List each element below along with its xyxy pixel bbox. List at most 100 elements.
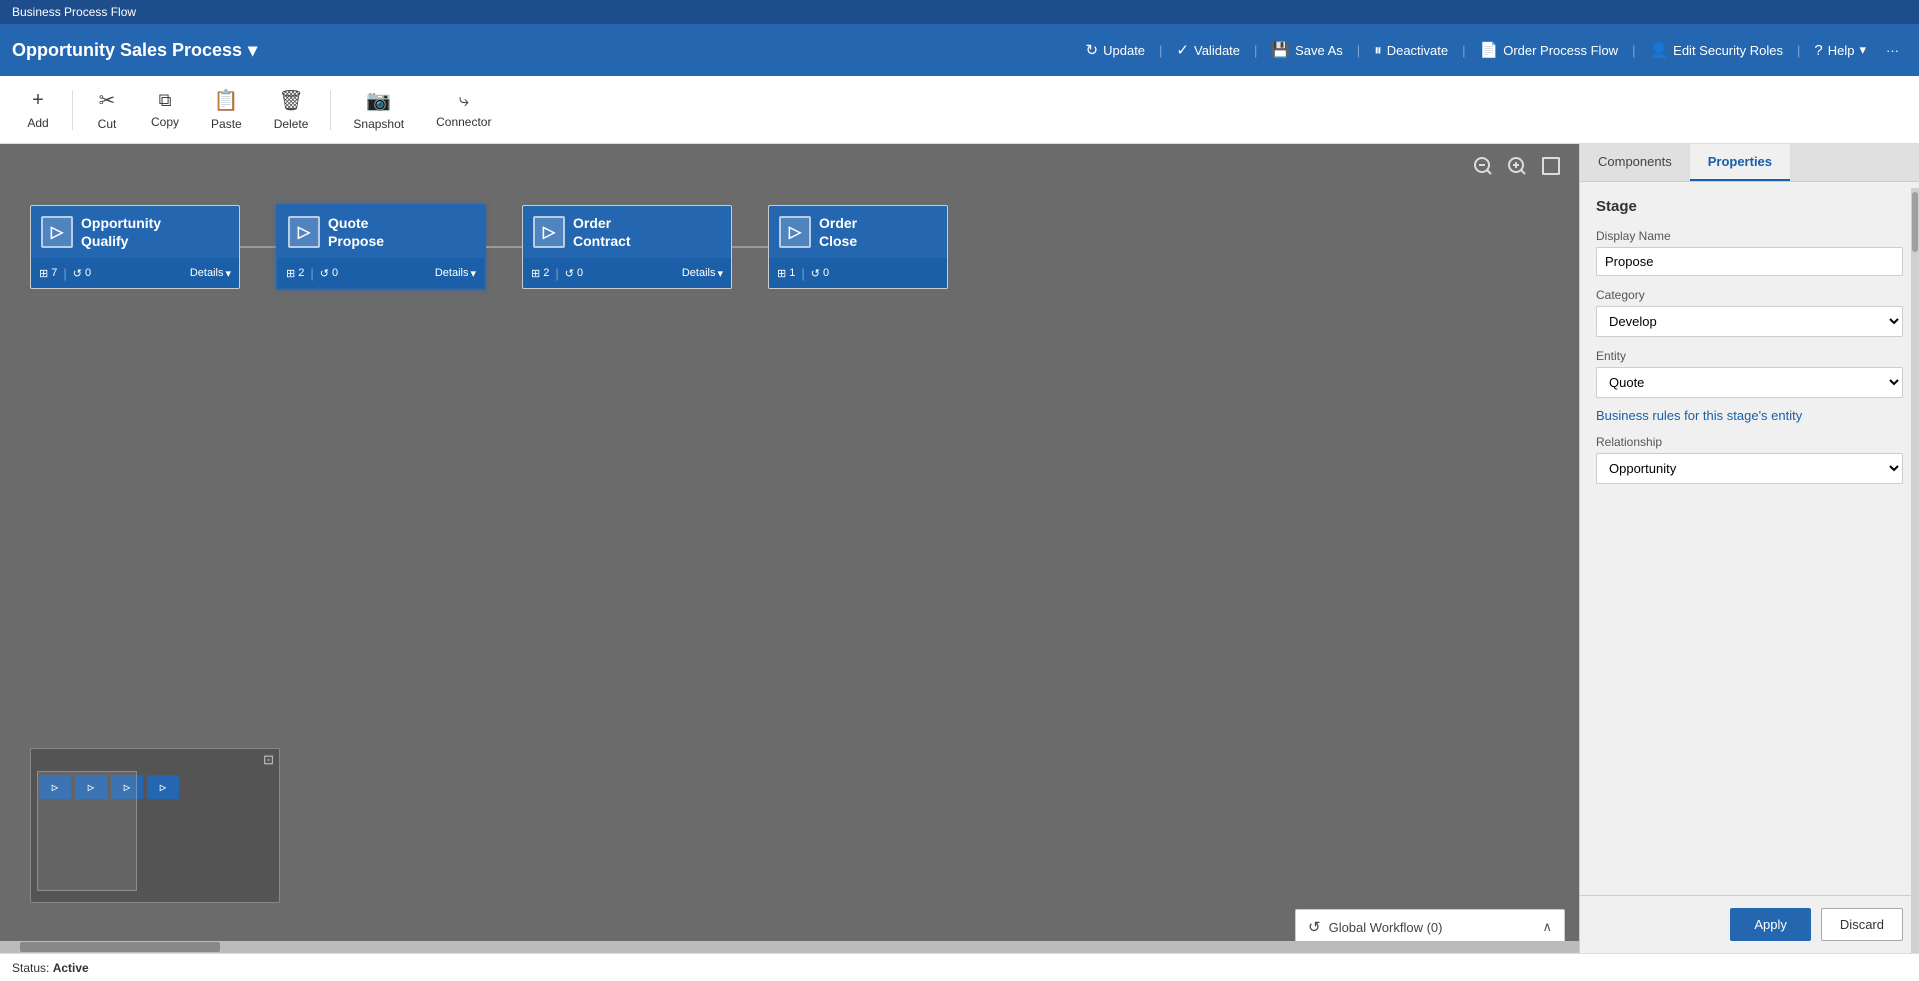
stage-icon-qp: ▷	[288, 216, 320, 248]
stage-header-oq: ▷ OpportunityQualify	[31, 206, 239, 258]
gw-icon: ↺	[1308, 918, 1321, 936]
zoom-in-button[interactable]	[1503, 154, 1531, 183]
details-btn-oc[interactable]: Details ▾	[682, 267, 723, 280]
footer-sep-qp: |	[310, 266, 313, 281]
business-rules-link[interactable]: Business rules for this stage's entity	[1596, 408, 1903, 423]
sep6: |	[1795, 43, 1802, 58]
fields-count-oq: 7	[51, 267, 57, 279]
gw-label: Global Workflow (0)	[1329, 920, 1443, 935]
relationship-select[interactable]: Opportunity Quote Order	[1596, 453, 1903, 484]
display-name-input[interactable]	[1596, 247, 1903, 276]
stage-header-ocl: ▷ OrderClose	[769, 206, 947, 258]
add-label: Add	[27, 116, 48, 130]
stage-icon-oq: ▷	[41, 216, 73, 248]
stage-quote-propose[interactable]: ▷ QuotePropose ⊞ 2 | ↺ 0 Details ▾	[276, 204, 486, 290]
right-panel-wrapper: Components Properties Stage Display Name…	[1579, 144, 1919, 953]
apply-label: Apply	[1754, 917, 1787, 932]
canvas-toolbar	[1469, 154, 1565, 183]
copy-button[interactable]: ⧉ Copy	[137, 81, 193, 139]
fullscreen-button[interactable]	[1537, 154, 1565, 183]
stage-header-oc: ▷ OrderContract	[523, 206, 731, 258]
stage-footer-ocl: ⊞ 1 | ↺ 0	[769, 258, 947, 288]
workflow-icon-oc: ↺	[565, 267, 574, 280]
fields-icon-ocl: ⊞	[777, 267, 786, 280]
connector-1	[240, 246, 276, 248]
stage-footer-qp: ⊞ 2 | ↺ 0 Details ▾	[278, 258, 484, 288]
details-label-qp: Details	[435, 267, 469, 279]
details-chevron-qp: ▾	[470, 267, 476, 280]
minimap-expand-button[interactable]: ⊡	[263, 752, 274, 768]
more-icon: ···	[1886, 43, 1899, 58]
global-workflow-bar[interactable]: ↺ Global Workflow (0) ∧	[1295, 909, 1565, 945]
stage-fields-qp: ⊞ 2	[286, 267, 304, 280]
panel-footer: Apply Discard	[1580, 895, 1919, 953]
entity-select[interactable]: Opportunity Quote Order Invoice	[1596, 367, 1903, 398]
paste-button[interactable]: 📋 Paste	[197, 81, 256, 139]
connector-icon: ⤷	[459, 90, 469, 111]
deactivate-button[interactable]: ⏸ Deactivate	[1366, 38, 1456, 63]
sep2: |	[1252, 43, 1259, 58]
help-label: Help	[1828, 43, 1855, 58]
stage-opportunity-qualify[interactable]: ▷ OpportunityQualify ⊞ 7 | ↺ 0 Details	[30, 205, 240, 289]
stage-order-contract[interactable]: ▷ OrderContract ⊞ 2 | ↺ 0 Details ▾	[522, 205, 732, 289]
save-as-label: Save As	[1295, 43, 1343, 58]
panel-body: Stage Display Name Category Qualify Deve…	[1580, 182, 1919, 895]
stage-header-qp: ▷ QuotePropose	[278, 206, 484, 258]
workflow-count-oc: 0	[577, 267, 583, 279]
snapshot-label: Snapshot	[353, 117, 404, 131]
update-button[interactable]: ↻ Update	[1078, 37, 1154, 63]
canvas-area[interactable]: ▷ OpportunityQualify ⊞ 7 | ↺ 0 Details	[0, 144, 1579, 953]
workflow-icon-oq: ↺	[73, 267, 82, 280]
validate-button[interactable]: ✓ Validate	[1168, 37, 1248, 63]
minimap-header: ⊡	[31, 749, 279, 771]
order-process-flow-button[interactable]: 📄 Order Process Flow	[1472, 37, 1627, 63]
connector-button[interactable]: ⤷ Connector	[422, 81, 505, 139]
fields-count-qp: 2	[298, 267, 304, 279]
workflow-count-oq: 0	[85, 267, 91, 279]
tab-components-label: Components	[1598, 154, 1672, 169]
add-button[interactable]: + Add	[12, 81, 64, 139]
edit-security-roles-label: Edit Security Roles	[1673, 43, 1783, 58]
fields-count-ocl: 1	[789, 267, 795, 279]
validate-label: Validate	[1194, 43, 1240, 58]
connector-label: Connector	[436, 115, 491, 129]
status-bar: Status: Active	[0, 953, 1919, 981]
canvas-scrollbar-thumb[interactable]	[20, 942, 220, 952]
status-label: Status:	[12, 961, 49, 975]
stage-fields-oc: ⊞ 2	[531, 267, 549, 280]
apply-button[interactable]: Apply	[1730, 908, 1811, 941]
entity-label: Entity	[1596, 349, 1903, 363]
stage-name-qp: QuotePropose	[328, 214, 384, 250]
more-button[interactable]: ···	[1878, 39, 1907, 62]
stage-icon-ocl: ▷	[779, 216, 811, 248]
zoom-out-button[interactable]	[1469, 154, 1497, 183]
gw-chevron: ∧	[1542, 919, 1552, 935]
sep4: |	[1460, 43, 1467, 58]
stage-footer-oc: ⊞ 2 | ↺ 0 Details ▾	[523, 258, 731, 288]
details-chevron-oc: ▾	[717, 267, 723, 280]
process-title-chevron: ▾	[248, 40, 257, 61]
help-button[interactable]: ? Help ▾	[1806, 38, 1874, 63]
canvas-scrollbar[interactable]	[0, 941, 1579, 953]
workflow-icon-ocl: ↺	[811, 267, 820, 280]
delete-button[interactable]: 🗑 Delete	[260, 81, 323, 139]
details-btn-oq[interactable]: Details ▾	[190, 267, 231, 280]
tab-properties[interactable]: Properties	[1690, 144, 1790, 181]
snapshot-button[interactable]: 📷 Snapshot	[339, 81, 418, 139]
cut-label: Cut	[98, 117, 117, 131]
details-btn-qp[interactable]: Details ▾	[435, 267, 476, 280]
connector-2	[486, 246, 522, 248]
stage-order-close[interactable]: ▷ OrderClose ⊞ 1 | ↺ 0	[768, 205, 948, 289]
save-as-button[interactable]: 💾 Save As	[1263, 37, 1350, 63]
flow-container: ▷ OpportunityQualify ⊞ 7 | ↺ 0 Details	[30, 204, 948, 290]
edit-security-roles-button[interactable]: 👤 Edit Security Roles	[1641, 37, 1791, 63]
category-select[interactable]: Qualify Develop Propose Close	[1596, 306, 1903, 337]
minimap: ⊡ ▷ ▷ ▷ ▷	[30, 748, 280, 903]
update-icon: ↻	[1086, 41, 1099, 59]
discard-button[interactable]: Discard	[1821, 908, 1903, 941]
tab-components[interactable]: Components	[1580, 144, 1690, 181]
stage-workflows-qp: ↺ 0	[320, 267, 338, 280]
process-title[interactable]: Opportunity Sales Process ▾	[12, 40, 1062, 61]
cut-button[interactable]: ✂ Cut	[81, 81, 133, 139]
update-label: Update	[1103, 43, 1145, 58]
